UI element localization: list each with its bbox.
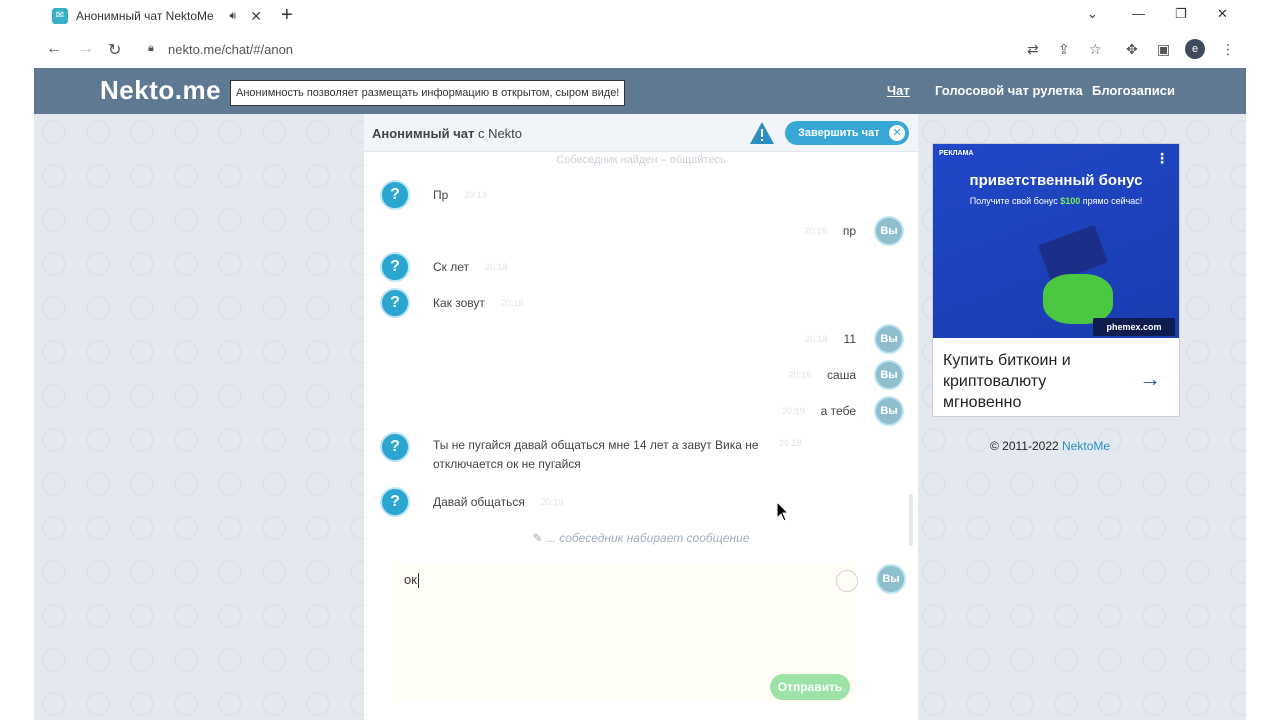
nekto-favicon-icon: ✉ [52,8,68,24]
my-avatar: Вы [874,324,904,354]
back-icon[interactable]: ← [46,40,62,58]
url-field[interactable]: nekto.me/chat/#/anon [168,42,293,57]
forward-icon[interactable]: → [78,40,94,58]
question-avatar-icon: ? [380,487,410,517]
pencil-icon: ✎ [532,531,543,545]
ad-options-icon[interactable]: ⋮ [1155,150,1169,167]
arrow-right-icon[interactable]: → [1139,366,1161,392]
chat-title: Анонимный чат с Nekto [372,126,523,141]
ad-brand: phemex.com [1093,318,1175,336]
lock-icon[interactable]: 🔒︎ [148,42,154,55]
message-me: 20:18 саша Вы [788,360,904,390]
ad-banner: РЕКЛАМА ⋮ приветственный бонус Получите … [933,144,1179,338]
tab-search-icon[interactable]: ⌄ [1087,6,1098,22]
message-them: ? Ты не пугайся давай общаться мне 14 ле… [380,432,802,478]
message-them: ? Ск лет 20:18 [380,252,508,282]
message-them: ? Давай общаться 20:19 [380,487,563,517]
question-avatar-icon: ? [380,432,410,462]
question-avatar-icon: ? [380,180,410,210]
question-avatar-icon: ? [380,252,410,282]
my-avatar: Вы [876,564,906,594]
chat-header: Анонимный чат с Nekto Завершить чат ✕ [364,114,918,152]
site-logo[interactable]: Nekto.me [100,75,221,106]
ad-subtitle: Получите свой бонус $100 прямо сейчас! [969,196,1143,206]
close-tab-icon[interactable]: ✕ [250,8,262,25]
close-window-icon[interactable]: ✕ [1217,6,1228,22]
footer-brand-link[interactable]: NektoMe [1062,439,1110,453]
nav-voice-chat[interactable]: Голосовой чат рулетка [935,83,1083,98]
warning-icon[interactable] [749,121,775,145]
copyright: © 2011-2022 NektoMe [990,439,1111,453]
slogan: Анонимность позволяет размещать информац… [230,80,626,106]
page: Nekto.me Анонимность позволяет размещать… [34,68,1246,720]
close-icon: ✕ [889,125,905,141]
message-me: 20:18 пр Вы [804,216,904,246]
my-avatar: Вы [874,360,904,390]
advertisement[interactable]: РЕКЛАМА ⋮ приветственный бонус Получите … [932,143,1180,417]
message-them: ? Как зовут 20:18 [380,288,523,318]
found-notice: Собеседник найден – общайтесь [556,154,726,166]
nav-blog[interactable]: Блогозаписи [1092,83,1175,98]
restore-icon[interactable]: ❐ [1175,6,1187,22]
profile-avatar[interactable]: e [1185,39,1205,59]
share-icon[interactable]: ⇪ [1058,41,1070,58]
side-panel-icon[interactable]: ▣ [1157,41,1170,58]
site-header: Nekto.me Анонимность позволяет размещать… [34,68,1246,114]
send-button[interactable]: Отправить [770,674,850,700]
minimize-icon[interactable]: — [1132,6,1145,21]
extensions-icon[interactable]: ✥ [1126,41,1138,58]
nav-chat[interactable]: Чат [887,83,910,98]
message-me: 20:18 11 Вы [805,324,904,354]
ad-label: РЕКЛАМА [939,150,974,157]
speaker-icon[interactable]: 🔊︎ [229,10,236,23]
my-avatar: Вы [874,396,904,426]
question-avatar-icon: ? [380,288,410,318]
address-bar: ← → ↻ 🔒︎ nekto.me/chat/#/anon ⇄ ⇪ ☆ ✥ ▣ … [0,32,1280,68]
reload-icon[interactable]: ↻ [108,40,121,60]
chat-panel: Анонимный чат с Nekto Завершить чат ✕ Со… [364,114,918,720]
ad-cta-text[interactable]: Купить биткоин и криптовалюту мгновенно [943,350,1123,413]
message-them: ? Пр 20:13 [380,180,487,210]
emoji-icon[interactable] [836,570,858,592]
my-avatar: Вы [874,216,904,246]
browser-tabbar: ✉ Анонимный чат NektoMe 🔊︎ ✕ + ⌄ — ❐ ✕ [0,0,1280,32]
new-tab-icon[interactable]: + [281,4,293,27]
browser-tab[interactable]: ✉ Анонимный чат NektoMe 🔊︎ ✕ [42,0,270,32]
menu-icon[interactable]: ⋮ [1221,41,1235,58]
typing-indicator: ✎ ... собеседник набирает сообщение [532,531,750,545]
ad-title: приветственный бонус [969,172,1143,189]
translate-icon[interactable]: ⇄ [1027,41,1039,58]
end-chat-button[interactable]: Завершить чат ✕ [785,121,909,145]
bookmark-star-icon[interactable]: ☆ [1089,41,1102,58]
money-pile-icon [1043,274,1113,324]
mouse-cursor-icon [776,501,790,522]
message-me: 20:19 а тебе Вы [782,396,904,426]
tab-title: Анонимный чат NektoMe [76,9,214,23]
